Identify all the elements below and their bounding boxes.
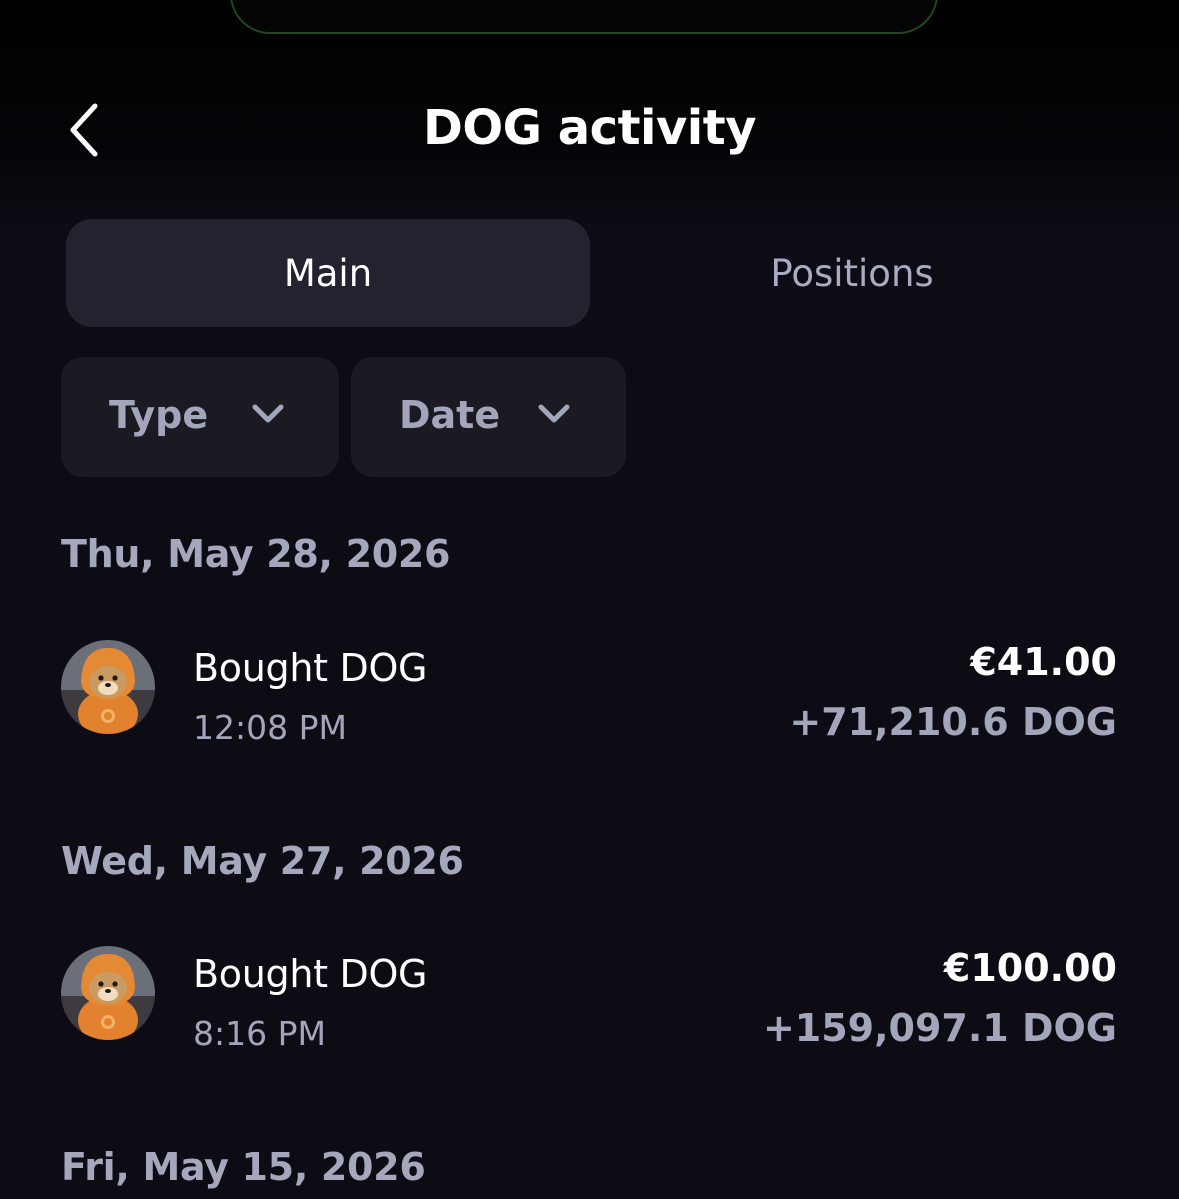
transaction-time: 8:16 PM <box>193 1014 326 1053</box>
transaction-title: Bought DOG <box>193 646 428 690</box>
tab-positions[interactable]: Positions <box>590 219 1114 327</box>
transaction-quantity: +71,210.6 DOG <box>789 700 1117 744</box>
transaction-row[interactable]: Bought DOG 12:08 PM €41.00 +71,210.6 DOG <box>0 640 1179 760</box>
header: DOG activity <box>0 90 1179 170</box>
transaction-quantity: +159,097.1 DOG <box>762 1006 1117 1050</box>
transaction-row[interactable]: Bought DOG 8:16 PM €100.00 +159,097.1 DO… <box>0 946 1179 1066</box>
transaction-amount: €41.00 <box>970 640 1117 684</box>
tab-main[interactable]: Main <box>66 219 590 327</box>
dog-token-avatar <box>61 640 155 734</box>
dog-token-avatar <box>61 946 155 1040</box>
dog-activity-screen: DOG activity Main Positions Type Date Th… <box>0 0 1179 1199</box>
transaction-time: 12:08 PM <box>193 708 347 747</box>
date-filter-label: Date <box>399 393 501 437</box>
top-card <box>230 0 938 34</box>
date-header: Fri, May 15, 2026 <box>61 1145 426 1189</box>
type-filter-label: Type <box>109 393 209 437</box>
tab-bar: Main Positions <box>66 219 1114 327</box>
transaction-amount: €100.00 <box>943 946 1117 990</box>
date-header: Thu, May 28, 2026 <box>61 532 451 576</box>
date-filter-dropdown[interactable]: Date <box>351 357 626 477</box>
chevron-down-icon <box>252 404 284 423</box>
transaction-title: Bought DOG <box>193 952 428 996</box>
type-filter-dropdown[interactable]: Type <box>61 357 339 477</box>
chevron-down-icon <box>538 404 570 423</box>
page-title: DOG activity <box>423 100 756 156</box>
date-header: Wed, May 27, 2026 <box>61 839 464 883</box>
